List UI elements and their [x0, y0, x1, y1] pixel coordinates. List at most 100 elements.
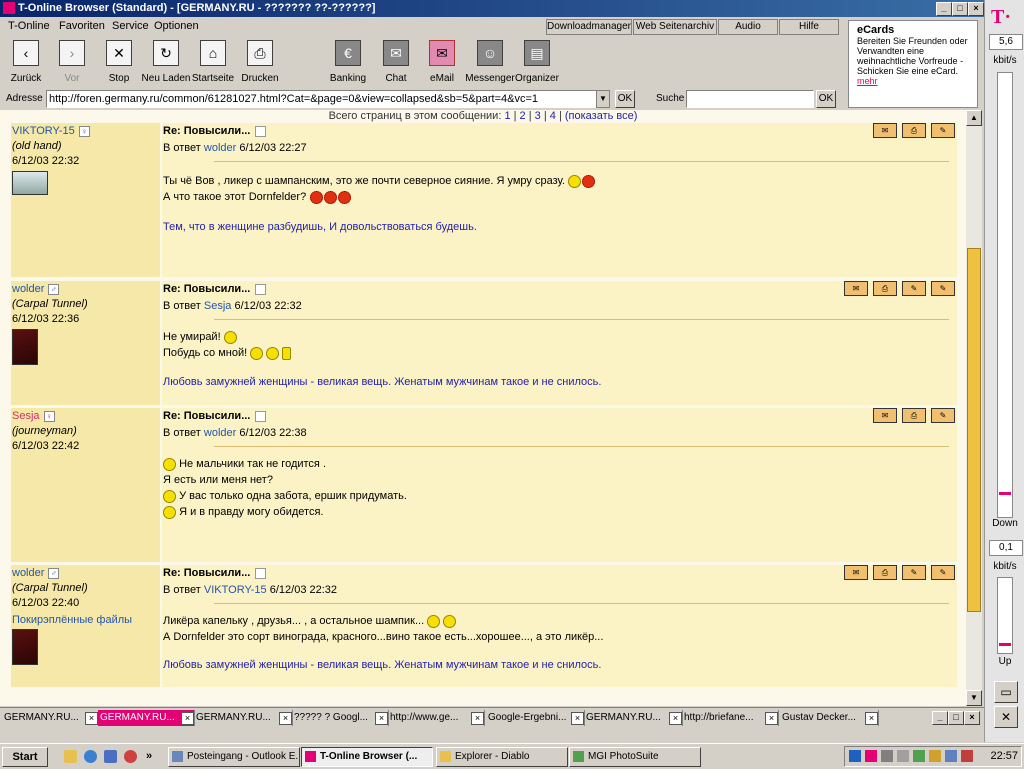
tray-app-icon[interactable]: [929, 750, 941, 762]
url-ok-button[interactable]: OK: [615, 90, 635, 108]
panel-close-button[interactable]: ✕: [994, 706, 1018, 728]
close-button[interactable]: ×: [968, 2, 984, 16]
reply-author-link[interactable]: wolder: [204, 142, 236, 154]
task-outlook[interactable]: Posteingang - Outlook E...: [168, 747, 300, 767]
menu-optionen[interactable]: Optionen: [154, 20, 199, 32]
attached-files-link[interactable]: Покирэплённые файлы: [12, 614, 132, 626]
close-tab-icon[interactable]: ×: [375, 712, 388, 725]
post-title[interactable]: Re: Повысили...: [163, 283, 267, 295]
menu-service[interactable]: Service: [112, 20, 149, 32]
maximize-button[interactable]: □: [952, 2, 968, 16]
quicklaunch-outlook-icon[interactable]: [104, 750, 117, 763]
print-icon[interactable]: ⎙: [902, 408, 926, 423]
audio-tab[interactable]: Audio: [718, 19, 778, 35]
close-tab-icon[interactable]: ×: [571, 712, 584, 725]
menu-t-online[interactable]: T-Online: [8, 20, 50, 32]
print-button[interactable]: ⎙ Drucken: [235, 40, 285, 84]
search-ok-button[interactable]: OK: [816, 90, 836, 108]
window-tab-active[interactable]: GERMANY.RU... ×: [98, 710, 195, 726]
task-explorer[interactable]: Explorer - Diablo: [436, 747, 568, 767]
webseitenarchiv-tab[interactable]: Web Seitenarchiv: [633, 19, 717, 35]
vertical-scrollbar[interactable]: ▲ ▼: [966, 110, 982, 706]
reply-icon[interactable]: ✉: [873, 123, 897, 138]
edit-icon[interactable]: ✎: [931, 123, 955, 138]
organizer-button[interactable]: ▤ Organizer: [512, 40, 562, 84]
ecards-panel[interactable]: eCards Bereiten Sie Freunden oder Verwan…: [848, 20, 978, 108]
print-icon[interactable]: ⎙: [902, 123, 926, 138]
tray-t-online-icon[interactable]: [865, 750, 877, 762]
hilfe-tab[interactable]: Hilfe: [779, 19, 839, 35]
url-dropdown-icon[interactable]: ▼: [596, 90, 610, 108]
start-button[interactable]: Start: [2, 747, 48, 767]
select-checkbox[interactable]: [255, 283, 267, 295]
panel-window-button[interactable]: ▭: [994, 681, 1018, 703]
post-author[interactable]: wolder ♂: [12, 283, 60, 295]
close-tab-icon[interactable]: ×: [85, 712, 98, 725]
edit-icon[interactable]: ✎: [931, 565, 955, 580]
ecards-more-link[interactable]: mehr: [857, 76, 878, 86]
tray-app-icon[interactable]: [961, 750, 973, 762]
menu-favoriten[interactable]: Favoriten: [59, 20, 105, 32]
window-tab[interactable]: Gustav Decker... ×: [780, 710, 879, 726]
banking-button[interactable]: € Banking: [323, 40, 373, 84]
close-tab-icon[interactable]: ×: [279, 712, 292, 725]
window-tab[interactable]: Google-Ergebni... ×: [486, 710, 585, 726]
scroll-thumb[interactable]: [967, 248, 981, 612]
close-tab-icon[interactable]: ×: [471, 712, 484, 725]
post-author[interactable]: VIKTORY-15 ♀: [12, 125, 90, 137]
messenger-button[interactable]: ☺ Messenger: [465, 40, 515, 84]
back-button[interactable]: ‹ Zurück: [1, 40, 51, 84]
edit-icon[interactable]: ✎: [902, 281, 926, 296]
quicklaunch-browser-icon[interactable]: [124, 750, 137, 763]
chat-button[interactable]: ✉ Chat: [371, 40, 421, 84]
edit-icon[interactable]: ✎: [902, 565, 926, 580]
search-input[interactable]: [686, 90, 814, 108]
post-author[interactable]: wolder ♂: [12, 567, 60, 579]
page-link-2[interactable]: 2: [520, 110, 526, 122]
close-tab-icon[interactable]: ×: [765, 712, 778, 725]
url-input[interactable]: http://foren.germany.ru/common/61281027.…: [46, 90, 598, 108]
reply-author-link[interactable]: VIKTORY-15: [204, 584, 267, 596]
post-author[interactable]: Sesja ♀: [12, 410, 55, 422]
more-chevron-icon[interactable]: »: [146, 750, 152, 763]
post-title[interactable]: Re: Повысили...: [163, 125, 267, 137]
clock[interactable]: 22:57: [990, 750, 1018, 762]
tray-app-icon[interactable]: [913, 750, 925, 762]
window-tab[interactable]: GERMANY.RU... ×: [194, 710, 293, 726]
close-tab-icon[interactable]: ×: [669, 712, 682, 725]
window-tab[interactable]: GERMANY.RU... ×: [584, 710, 683, 726]
tab-minimize-button[interactable]: _: [932, 711, 948, 725]
tray-network-icon[interactable]: [849, 750, 861, 762]
scroll-up-icon[interactable]: ▲: [966, 110, 982, 126]
select-checkbox[interactable]: [255, 567, 267, 579]
email-button[interactable]: ✉ eMail: [417, 40, 467, 84]
post-title[interactable]: Re: Повысили...: [163, 410, 267, 422]
reply-icon[interactable]: ✉: [844, 565, 868, 580]
task-photosuite[interactable]: MGI PhotoSuite: [569, 747, 701, 767]
tray-speaker-icon[interactable]: [897, 750, 909, 762]
print-icon[interactable]: ⎙: [873, 565, 897, 580]
forward-button[interactable]: › Vor: [47, 40, 97, 84]
reply-icon[interactable]: ✉: [873, 408, 897, 423]
select-checkbox[interactable]: [255, 125, 267, 137]
show-all-link[interactable]: (показать все): [565, 110, 638, 122]
tab-restore-button[interactable]: □: [948, 711, 964, 725]
close-tab-icon[interactable]: ×: [181, 712, 194, 725]
edit-icon[interactable]: ✎: [931, 408, 955, 423]
quicklaunch-folder-icon[interactable]: [64, 750, 77, 763]
scroll-down-icon[interactable]: ▼: [966, 690, 982, 706]
minimize-button[interactable]: _: [936, 2, 952, 16]
task-browser[interactable]: T-Online Browser (...: [301, 747, 433, 767]
window-tab[interactable]: http://www.ge... ×: [388, 710, 485, 726]
reply-icon[interactable]: ✉: [844, 281, 868, 296]
window-tab[interactable]: http://briefane... ×: [682, 710, 779, 726]
edit-icon[interactable]: ✎: [931, 281, 955, 296]
tray-monitor-icon[interactable]: [881, 750, 893, 762]
page-link-4[interactable]: 4: [550, 110, 556, 122]
quicklaunch-ie-icon[interactable]: [84, 750, 97, 763]
page-link-1[interactable]: 1: [504, 110, 510, 122]
reload-button[interactable]: ↻ Neu Laden: [141, 40, 191, 84]
title-bar[interactable]: T-Online Browser (Standard) - [GERMANY.R…: [0, 0, 984, 17]
post-title[interactable]: Re: Повысили...: [163, 567, 267, 579]
window-tab[interactable]: GERMANY.RU... ×: [2, 710, 99, 726]
